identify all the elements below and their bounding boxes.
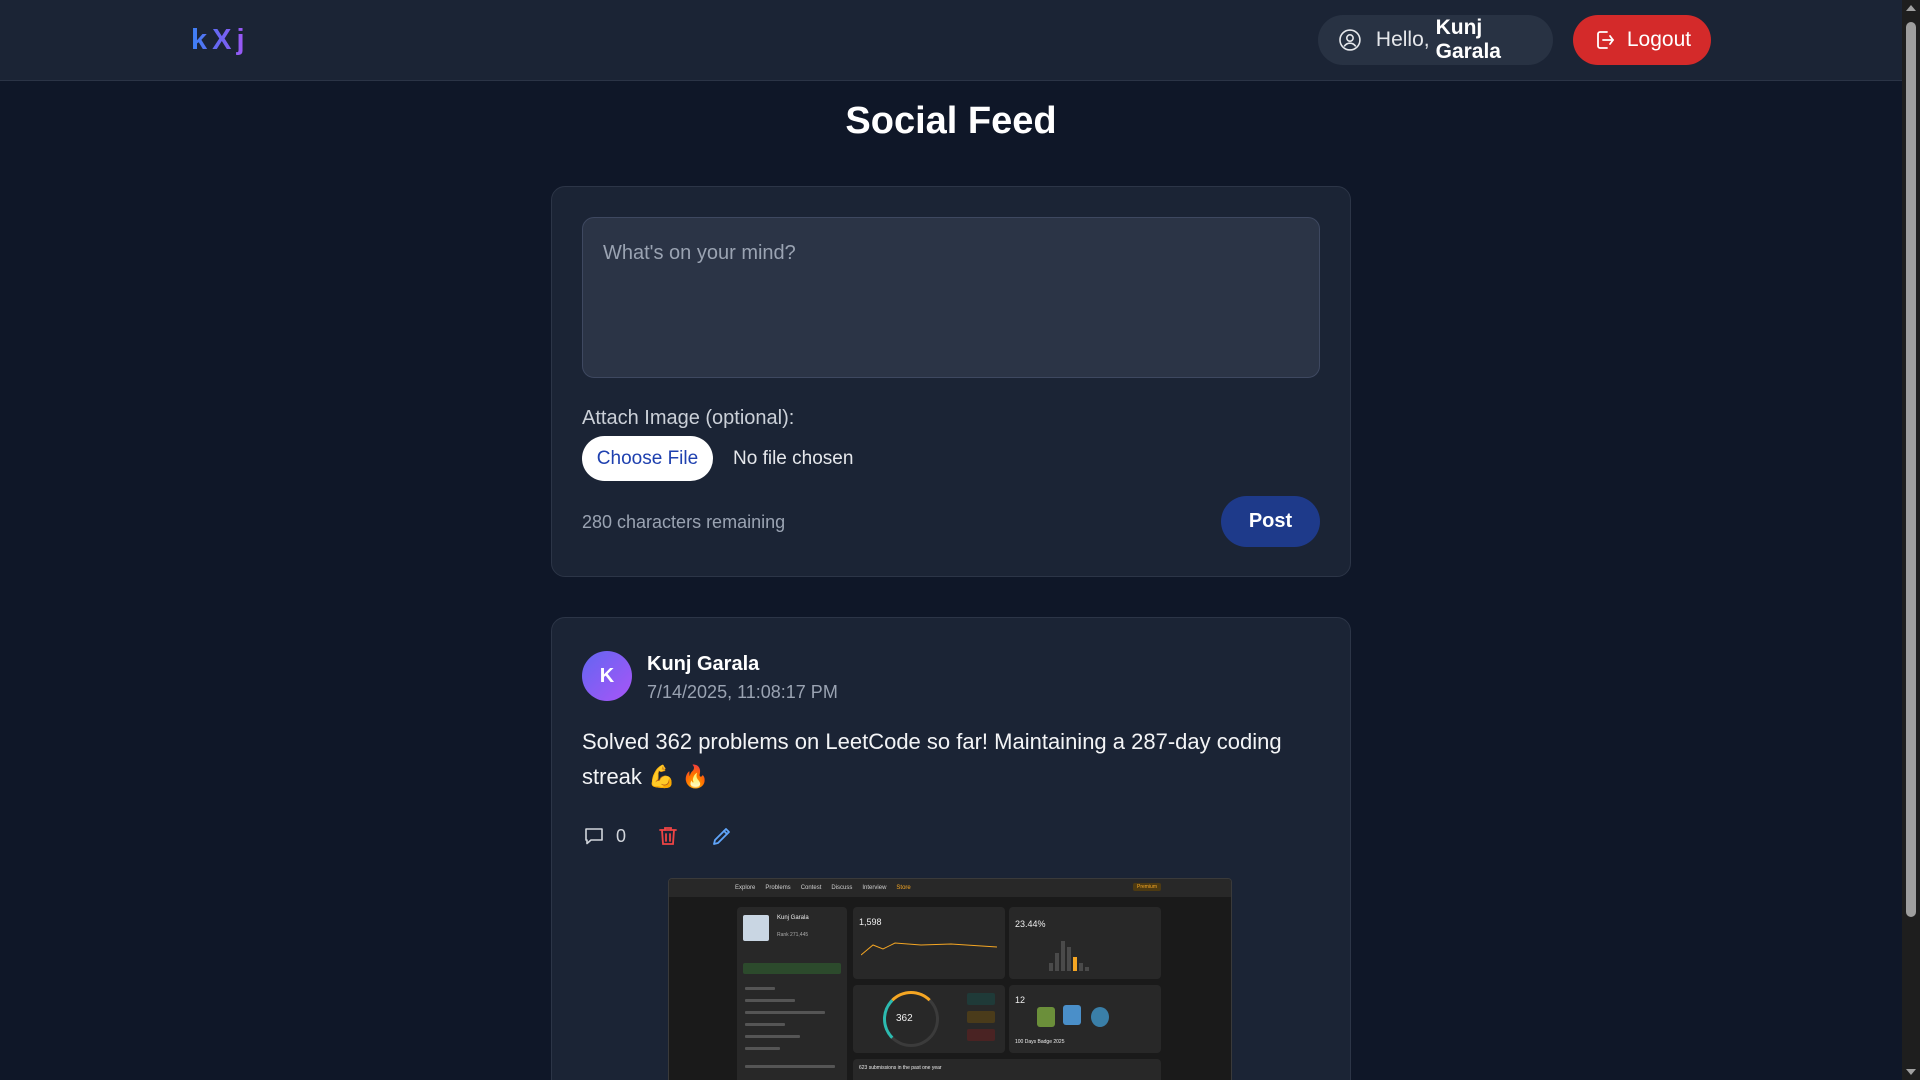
attachment-line xyxy=(745,1011,825,1014)
attachment-line xyxy=(745,999,795,1002)
attachment-badge-name: 100 Days Badge 2025 xyxy=(1015,1039,1065,1045)
attachment-dist-bar xyxy=(1061,941,1065,971)
attachment-nav-item: Contest xyxy=(800,885,822,891)
user-greeting: Hello, Kunj Garala xyxy=(1318,15,1553,65)
attachment-badge-icon xyxy=(1063,1005,1081,1025)
attachment-percent-panel: 23.44% xyxy=(1009,907,1161,979)
post-button[interactable]: Post xyxy=(1221,496,1320,547)
attachment-profile-sidebar: Kunj Garala Rank 271,445 xyxy=(737,907,847,1080)
attachment-nav-item: Store xyxy=(896,885,911,891)
attachment-line xyxy=(745,1023,785,1026)
post-text-input[interactable] xyxy=(582,217,1320,378)
attachment-medium-tag xyxy=(967,1011,995,1023)
attachment-solved-count: 362 xyxy=(896,1013,913,1024)
attachment-solved-panel: 362 xyxy=(853,985,1005,1053)
post-composer: Attach Image (optional): Choose File No … xyxy=(551,186,1351,577)
attachment-easy-tag xyxy=(967,993,995,1005)
attachment-premium-badge: Premium xyxy=(1132,883,1161,891)
post-attached-image[interactable]: Explore Problems Contest Discuss Intervi… xyxy=(668,878,1232,1080)
post-actions: 0 xyxy=(582,824,734,848)
attachment-hard-tag xyxy=(967,1029,995,1041)
attachment-dist-bar xyxy=(1085,967,1089,971)
post-author: Kunj Garala xyxy=(647,653,760,675)
attachment-nav-item: Explore xyxy=(735,885,756,891)
attachment-dist-bar xyxy=(1079,963,1083,971)
attachment-edit-profile xyxy=(743,963,841,974)
attachment-nav-item: Discuss xyxy=(831,885,853,891)
attachment-line xyxy=(745,1065,835,1068)
attachment-line xyxy=(745,1035,800,1038)
attachment-rank: Rank 271,445 xyxy=(777,932,809,938)
page-title: Social Feed xyxy=(845,100,1057,142)
attachment-dist-bar xyxy=(1055,953,1059,971)
attachment-nav-item: Problems xyxy=(765,885,791,891)
pencil-icon[interactable] xyxy=(710,824,734,848)
attach-image-label: Attach Image (optional): xyxy=(582,407,795,429)
attachment-dist-bar xyxy=(1073,957,1077,971)
page-scrollbar[interactable] xyxy=(1902,0,1920,1080)
comment-icon xyxy=(585,828,603,845)
attachment-dist-bar xyxy=(1067,947,1071,971)
attachment-line xyxy=(745,1047,780,1050)
logout-label: Logout xyxy=(1626,28,1692,51)
attachment-badge-icon xyxy=(1091,1007,1109,1027)
logout-icon xyxy=(1596,31,1614,49)
attachment-submissions-text: 623 submissions in the past one year xyxy=(859,1065,942,1071)
attachment-contest-rating: 1,598 xyxy=(859,917,882,927)
user-circle-icon xyxy=(1339,29,1361,51)
post-card: K Kunj Garala 7/14/2025, 11:08:17 PM Sol… xyxy=(551,617,1351,1080)
attachment-submissions-panel: 623 submissions in the past one year xyxy=(853,1059,1161,1080)
attachment-top-percent: 23.44% xyxy=(1015,919,1046,929)
attachment-badge-count: 12 xyxy=(1015,995,1026,1005)
attachment-profile-photo xyxy=(743,915,769,941)
scrollbar-thumb[interactable] xyxy=(1906,22,1916,917)
attachment-rating-graph xyxy=(861,942,997,956)
scroll-down-arrow-icon[interactable] xyxy=(1906,1069,1916,1075)
attachment-nav-item: Interview xyxy=(862,885,887,891)
comment-button[interactable]: 0 xyxy=(582,824,626,848)
attachment-navbar: Explore Problems Contest Discuss Intervi… xyxy=(669,879,1231,897)
comment-count: 0 xyxy=(616,825,627,846)
choose-file-button[interactable]: Choose File xyxy=(582,436,713,481)
attachment-line xyxy=(745,987,775,990)
attachment-profile-name: Kunj Garala xyxy=(777,915,809,921)
post-body: Solved 362 problems on LeetCode so far! … xyxy=(582,729,1282,789)
attachment-badges-panel: 12 100 Days Badge 2025 xyxy=(1009,985,1161,1053)
file-status-text: No file chosen xyxy=(733,448,854,469)
logout-button[interactable]: Logout xyxy=(1573,15,1711,65)
scroll-up-arrow-icon[interactable] xyxy=(1906,5,1916,11)
characters-remaining: 280 characters remaining xyxy=(582,512,786,532)
top-navbar: kXj Hello, Kunj Garala Logout xyxy=(0,0,1902,81)
greeting-prefix: Hello, xyxy=(1375,28,1430,51)
attachment-badge-icon xyxy=(1037,1007,1055,1027)
avatar: K xyxy=(582,651,632,701)
trash-icon[interactable] xyxy=(656,824,680,848)
attachment-contest-panel: 1,598 xyxy=(853,907,1005,979)
greeting-user-name: Kunj Garala xyxy=(1435,16,1501,63)
attachment-dist-bar xyxy=(1049,963,1053,971)
post-timestamp: 7/14/2025, 11:08:17 PM xyxy=(647,682,838,702)
app-logo[interactable]: kXj xyxy=(191,24,250,57)
